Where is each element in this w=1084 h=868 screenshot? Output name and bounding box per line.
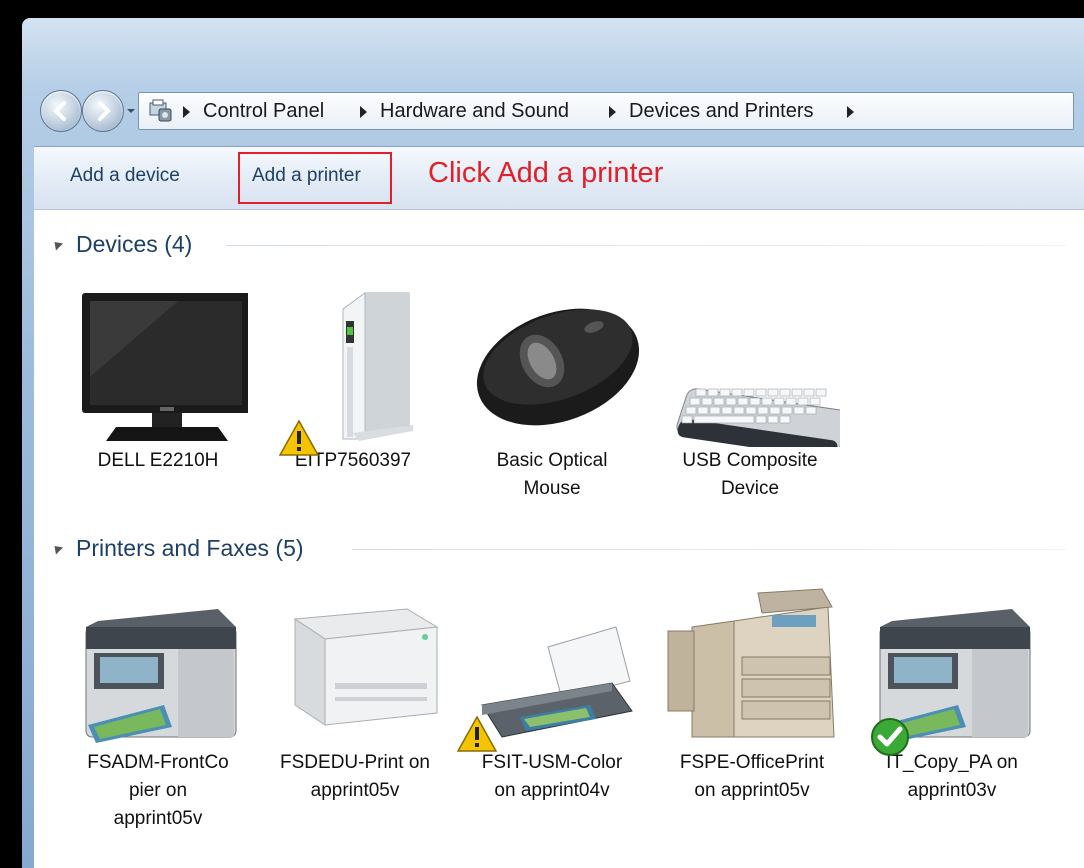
content-pane: Add a device Add a printer Click Add a p… <box>34 146 1084 868</box>
device-label-line: Basic Optical <box>496 450 608 471</box>
printer-label-line: apprint05v <box>113 808 203 829</box>
mouse-icon <box>476 308 640 426</box>
arrow-left-icon <box>53 101 66 121</box>
recent-pages-dropdown-icon[interactable] <box>126 106 136 116</box>
printer-label-line: FSDEDU-Print on <box>280 752 430 773</box>
breadcrumb-separator-icon[interactable] <box>183 106 190 118</box>
add-printer-button[interactable]: Add a printer <box>252 165 361 187</box>
multifunction-printer-icon <box>85 609 237 743</box>
device-item-keyboard[interactable]: USB Composite Device <box>650 287 850 503</box>
device-label-line: Device <box>720 478 780 499</box>
printer-label-line: FSIT-USM-Color <box>481 752 623 773</box>
group-header-printers[interactable]: Printers and Faxes (5) <box>76 535 304 562</box>
device-item-mouse[interactable]: Basic Optical Mouse <box>452 287 652 503</box>
device-item-computer[interactable]: EITP7560397 <box>258 287 448 475</box>
navigation-bar: Control Panel Hardware and Sound Devices… <box>40 90 1080 134</box>
printer-label: FSIT-USM-Color on apprint04v <box>452 749 652 805</box>
explorer-window: Control Panel Hardware and Sound Devices… <box>22 18 1084 868</box>
default-printer-check-icon <box>871 718 909 756</box>
device-item-monitor[interactable]: DELL E2210H <box>58 287 258 475</box>
office-copier-icon <box>667 588 835 738</box>
device-label: Basic Optical Mouse <box>452 447 652 503</box>
printer-item-fsadm[interactable]: FSADM-FrontCo pier on apprint05v <box>58 587 258 833</box>
arrow-right-icon <box>98 101 111 121</box>
printer-item-it-copy[interactable]: IT_Copy_PA on apprint03v <box>852 587 1052 805</box>
printer-label-line: FSPE-OfficePrint <box>679 752 825 773</box>
breadcrumb-devices-and-printers[interactable]: Devices and Printers <box>629 100 814 123</box>
group-divider <box>352 549 1066 550</box>
keyboard-icon <box>676 388 840 447</box>
printer-label-line: apprint03v <box>907 780 997 801</box>
warning-icon <box>456 715 498 752</box>
warning-icon <box>278 419 320 456</box>
device-label-line: USB Composite <box>682 450 818 471</box>
printer-label: FSPE-OfficePrint on apprint05v <box>652 749 852 805</box>
group-divider <box>226 245 1066 246</box>
address-bar[interactable]: Control Panel Hardware and Sound Devices… <box>138 92 1074 130</box>
command-bar: Add a device Add a printer Click Add a p… <box>34 147 1084 210</box>
device-label: USB Composite Device <box>650 447 850 503</box>
breadcrumb-hardware-and-sound[interactable]: Hardware and Sound <box>380 100 569 123</box>
breadcrumb-separator-icon[interactable] <box>847 106 854 118</box>
printer-item-fspe[interactable]: FSPE-OfficePrint on apprint05v <box>652 587 852 805</box>
group-header-devices[interactable]: Devices (4) <box>76 231 192 258</box>
collapse-triangle-icon[interactable] <box>50 238 64 251</box>
forward-button[interactable] <box>82 90 124 132</box>
printer-label-line: apprint05v <box>310 780 400 801</box>
device-label: DELL E2210H <box>97 450 219 471</box>
device-label-line: Mouse <box>523 478 581 499</box>
printer-label: FSDEDU-Print on apprint05v <box>258 749 452 805</box>
printer-label: IT_Copy_PA on apprint03v <box>852 749 1052 805</box>
printer-item-fsit[interactable]: FSIT-USM-Color on apprint04v <box>452 587 652 805</box>
printer-label-line: FSADM-FrontCo <box>87 752 229 773</box>
collapse-triangle-icon[interactable] <box>50 542 64 555</box>
printer-label-line: on apprint04v <box>494 780 610 801</box>
breadcrumb-separator-icon[interactable] <box>360 106 367 118</box>
monitor-icon <box>82 293 248 441</box>
printer-label-line: on apprint05v <box>694 780 810 801</box>
add-device-button[interactable]: Add a device <box>70 165 180 187</box>
back-button[interactable] <box>40 90 82 132</box>
printer-item-fsdedu[interactable]: FSDEDU-Print on apprint05v <box>258 587 452 805</box>
printer-label: FSADM-FrontCo pier on apprint05v <box>58 749 258 833</box>
breadcrumb-control-panel[interactable]: Control Panel <box>203 100 324 123</box>
laser-printer-icon <box>293 608 439 726</box>
devices-and-printers-icon <box>149 99 172 122</box>
printer-label-line: pier on <box>128 780 188 801</box>
breadcrumb-separator-icon[interactable] <box>609 106 616 118</box>
instruction-annotation: Click Add a printer <box>428 157 664 189</box>
